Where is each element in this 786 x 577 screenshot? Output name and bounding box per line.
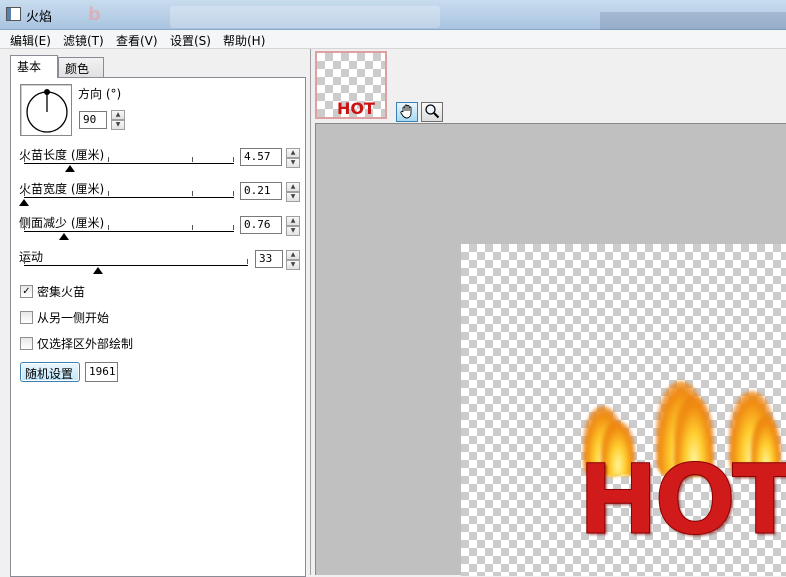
background-logo: b [88,4,101,25]
dense-flame-label: 密集火苗 [37,285,86,299]
slider-thumb[interactable] [92,267,103,274]
flame-width-slider[interactable] [19,191,234,207]
background-blur [170,6,440,28]
from-other-side-checkbox[interactable] [20,311,33,324]
menu-help[interactable]: 帮助(H) [223,32,265,49]
dense-flame-checkbox[interactable]: ✓ [20,285,33,298]
side-reduce-input[interactable]: 0.76 [240,216,282,234]
menu-settings[interactable]: 设置(S) [170,32,211,49]
side-reduce-spinner[interactable]: ▲ ▼ [286,216,300,236]
direction-dial[interactable] [20,84,72,136]
title-bar: 火焰 b [0,0,786,30]
menu-view[interactable]: 查看(V) [116,32,158,49]
menu-filter[interactable]: 滤镜(T) [63,32,104,49]
window-title: 火焰 [26,10,53,25]
background-blur-right [600,12,786,30]
spin-down-icon[interactable]: ▼ [286,192,300,202]
spin-down-icon[interactable]: ▼ [111,120,125,130]
slider-thumb[interactable] [58,233,69,240]
slider-thumb[interactable] [65,165,76,172]
magnifier-icon [425,104,440,119]
spin-up-icon[interactable]: ▲ [111,110,125,120]
seed-input[interactable]: 1961 [85,362,118,382]
only-outside-selection-checkbox[interactable] [20,337,33,350]
menu-bar: 编辑(E) 滤镜(T) 查看(V) 设置(S) 帮助(H) [0,30,786,49]
spin-down-icon[interactable]: ▼ [286,158,300,168]
hand-tool-button[interactable] [396,102,418,122]
tab-color[interactable]: 颜色 [58,57,104,78]
from-other-side-label: 从另一侧开始 [37,311,110,325]
spin-up-icon[interactable]: ▲ [286,182,300,192]
preview-canvas[interactable]: HOT [461,244,786,576]
only-outside-selection-label: 仅选择区外部绘制 [37,337,134,351]
app-icon [6,7,21,21]
dial-icon [26,89,68,133]
thumbnail-text: HOT [337,99,375,118]
menu-edit[interactable]: 编辑(E) [10,32,51,49]
flame-length-spinner[interactable]: ▲ ▼ [286,148,300,168]
motion-input[interactable]: 33 [255,250,283,268]
slider-thumb[interactable] [19,199,29,206]
direction-label: 方向 (°) [78,87,122,101]
spin-down-icon[interactable]: ▼ [286,226,300,236]
tab-basic[interactable]: 基本 [10,55,58,78]
spin-down-icon[interactable]: ▼ [286,260,300,270]
side-reduce-slider[interactable] [24,225,234,241]
motion-spinner[interactable]: ▲ ▼ [286,250,300,270]
canvas-viewport[interactable]: HOT [315,123,786,576]
spin-up-icon[interactable]: ▲ [286,250,300,260]
canvas-hot-text: HOT [577,444,786,556]
direction-input[interactable]: 90 [79,111,107,129]
random-settings-button[interactable]: 随机设置 [20,362,80,382]
preview-thumbnail[interactable]: HOT [315,51,387,119]
spin-up-icon[interactable]: ▲ [286,148,300,158]
flame-width-input[interactable]: 0.21 [240,182,282,200]
flame-width-spinner[interactable]: ▲ ▼ [286,182,300,202]
flame-length-input[interactable]: 4.57 [240,148,282,166]
spin-up-icon[interactable]: ▲ [286,216,300,226]
direction-spinner[interactable]: ▲ ▼ [111,110,125,130]
preview-area: HOT HOT [310,49,786,576]
flame-length-slider[interactable] [24,157,234,173]
zoom-tool-button[interactable] [421,102,443,122]
motion-slider[interactable] [24,259,248,275]
hand-icon [400,104,412,119]
